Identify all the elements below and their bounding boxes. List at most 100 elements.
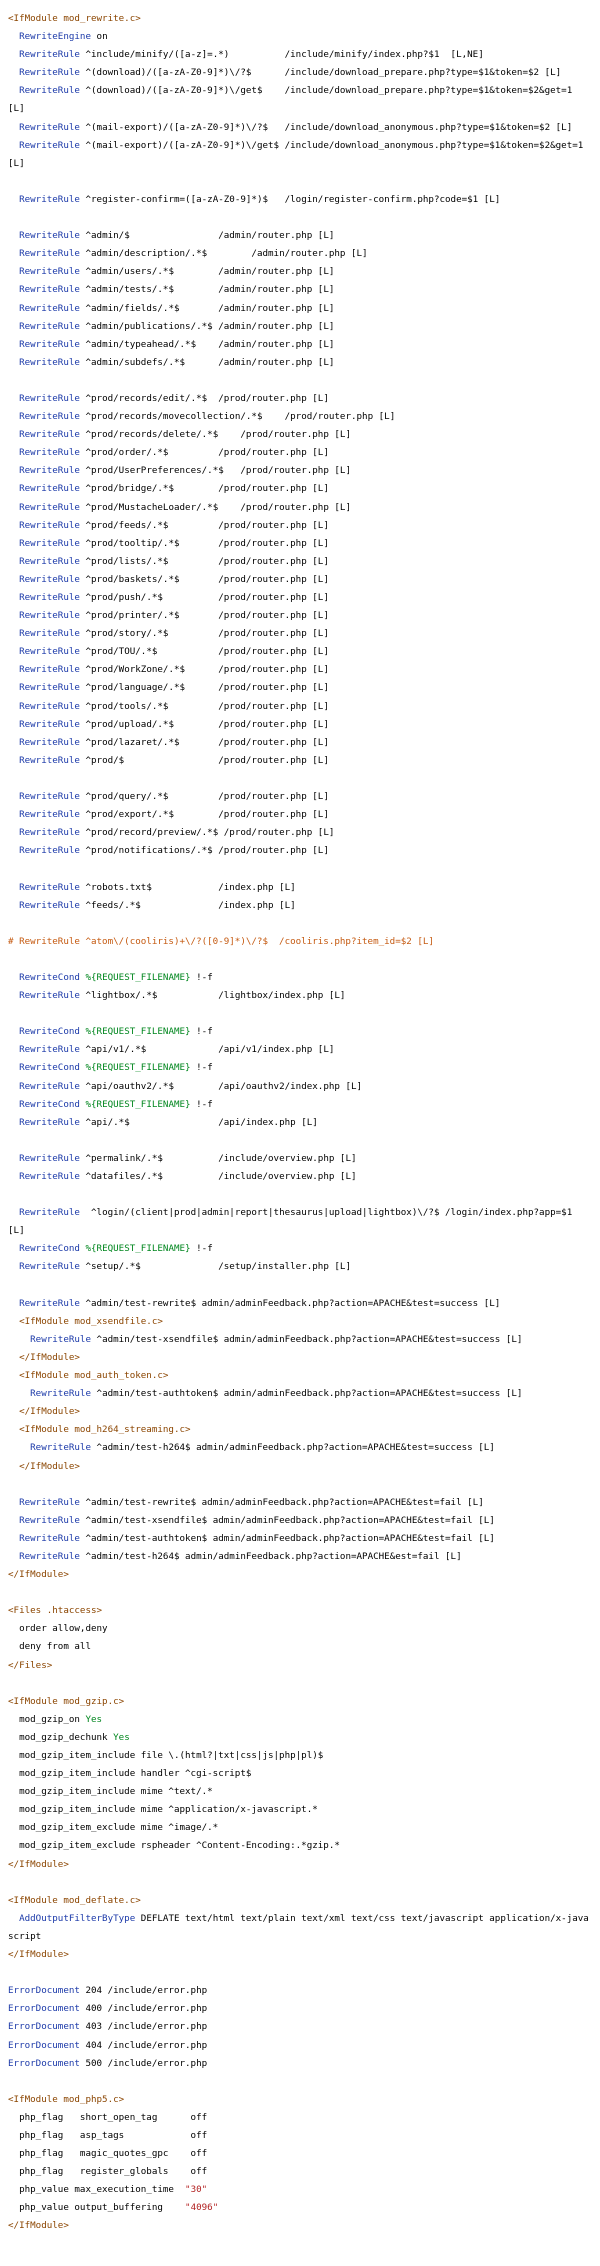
directive-keyword: ErrorDocument [8, 2039, 80, 2051]
code-line: order allow,deny [8, 1620, 592, 1638]
code-line: RewriteRule ^admin/test-rewrite$ admin/a… [8, 1295, 592, 1313]
code-line: <IfModule mod_deflate.c> [8, 1892, 592, 1910]
directive-keyword: RewriteRule [19, 320, 80, 332]
directive-keyword: RewriteRule [19, 465, 80, 477]
code-line: </IfModule> [8, 1946, 592, 1964]
directive-keyword: RewriteRule [19, 682, 80, 694]
code-text: php_flag short_open_tag off [8, 2111, 208, 2123]
code-text: mod_gzip_item_exclude rspheader ^Content… [8, 1840, 340, 1852]
directive-keyword: RewriteRule [19, 736, 80, 748]
code-text: php_flag register_globals off [8, 2166, 208, 2178]
code-text: ^lightbox/.*$ /lightbox/index.php [L] [79, 990, 346, 1002]
directive-keyword: RewriteRule [19, 809, 80, 821]
code-line: RewriteCond %{REQUEST_FILENAME} !-f [8, 1096, 592, 1114]
code-text: 400 /include/error.php [79, 2003, 208, 2015]
code-line: RewriteRule ^prod/notifications/.*$ /pro… [8, 842, 592, 860]
directive-keyword: RewriteRule [19, 1080, 80, 1092]
code-line: RewriteRule ^admin/users/.*$ /admin/rout… [8, 263, 592, 281]
directive-keyword: RewriteRule [19, 845, 80, 857]
code-line: RewriteRule ^prod/printer/.*$ /prod/rout… [8, 607, 592, 625]
code-line: RewriteRule ^admin/test-h264$ admin/admi… [8, 1439, 592, 1457]
code-line: mod_gzip_on Yes [8, 1711, 592, 1729]
code-text: ^prod/query/.*$ /prod/router.php [L] [79, 791, 329, 803]
code-text: !-f [190, 1243, 213, 1255]
code-line: mod_gzip_item_include file \.(html?|txt|… [8, 1747, 592, 1765]
code-text: ^prod/records/delete/.*$ /prod/router.ph… [79, 429, 351, 441]
code-text: 500 /include/error.php [79, 2057, 208, 2069]
code-text: ^register-confirm=([a-zA-Z0-9]*)$ /login… [79, 193, 501, 205]
code-text: ^prod/WorkZone/.*$ /prod/router.php [L] [79, 664, 329, 676]
code-text: ^admin/fields/.*$ /admin/router.php [L] [79, 302, 335, 314]
code-line: <IfModule mod_h264_streaming.c> [8, 1421, 592, 1439]
directive-tag: <IfModule mod_php5.c> [8, 2093, 125, 2105]
directive-tag: </IfModule> [8, 2220, 69, 2232]
code-line: RewriteRule ^prod/push/.*$ /prod/router.… [8, 589, 592, 607]
code-text: 403 /include/error.php [79, 2021, 208, 2033]
code-line: RewriteRule ^admin/test-xsendfile$ admin… [8, 1331, 592, 1349]
directive-keyword: RewriteRule [19, 1207, 80, 1219]
code-text: ^permalink/.*$ /include/overview.php [L] [79, 1152, 357, 1164]
directive-keyword: RewriteRule [19, 537, 80, 549]
code-line: RewriteRule ^prod/TOU/.*$ /prod/router.p… [8, 643, 592, 661]
code-line: RewriteRule ^api/v1/.*$ /api/v1/index.ph… [8, 1041, 592, 1059]
code-text: ^admin/users/.*$ /admin/router.php [L] [79, 266, 335, 278]
variable-token: %{REQUEST_FILENAME} [85, 1026, 191, 1038]
code-line: # RewriteRule ^atom\/(cooliris)+\/?([0-9… [8, 933, 592, 951]
directive-keyword: RewriteRule [19, 266, 80, 278]
code-text: ^admin/subdefs/.*$ /admin/router.php [L] [79, 356, 335, 368]
directive-keyword: ErrorDocument [8, 2003, 80, 2015]
code-text: ^prod/baskets/.*$ /prod/router.php [L] [79, 573, 329, 585]
directive-keyword: RewriteRule [19, 573, 80, 585]
code-text: ^prod/story/.*$ /prod/router.php [L] [79, 628, 329, 640]
code-line: RewriteRule ^admin/description/.*$ /admi… [8, 245, 592, 263]
code-line: </IfModule> [8, 1349, 592, 1367]
code-line: ErrorDocument 500 /include/error.php [8, 2055, 592, 2073]
code-line: mod_gzip_dechunk Yes [8, 1729, 592, 1747]
directive-keyword: RewriteRule [19, 49, 80, 61]
code-line: php_flag magic_quotes_gpc off [8, 2145, 592, 2163]
code-text: ^admin/test-h264$ admin/adminFeedback.ph… [91, 1442, 495, 1454]
code-text: php_value output_buffering [8, 2202, 186, 2214]
directive-tag: </IfModule> [19, 1351, 80, 1363]
code-text: ^prod/$ /prod/router.php [L] [79, 754, 329, 766]
code-text: mod_gzip_item_include mime ^application/… [8, 1804, 318, 1816]
code-text: mod_gzip_dechunk [8, 1731, 114, 1743]
directive-tag: </IfModule> [8, 1858, 69, 1870]
code-line: RewriteRule ^datafiles/.*$ /include/over… [8, 1168, 592, 1186]
code-line: RewriteRule ^include/minify/([a-z]=.*) /… [8, 46, 592, 64]
code-text: ^prod/lazaret/.*$ /prod/router.php [L] [79, 736, 329, 748]
code-line: RewriteCond %{REQUEST_FILENAME} !-f [8, 1059, 592, 1077]
code-text: ^admin/test-xsendfile$ admin/adminFeedba… [79, 1514, 495, 1526]
code-text: order allow,deny [8, 1623, 108, 1635]
directive-keyword: RewriteRule [30, 1442, 91, 1454]
